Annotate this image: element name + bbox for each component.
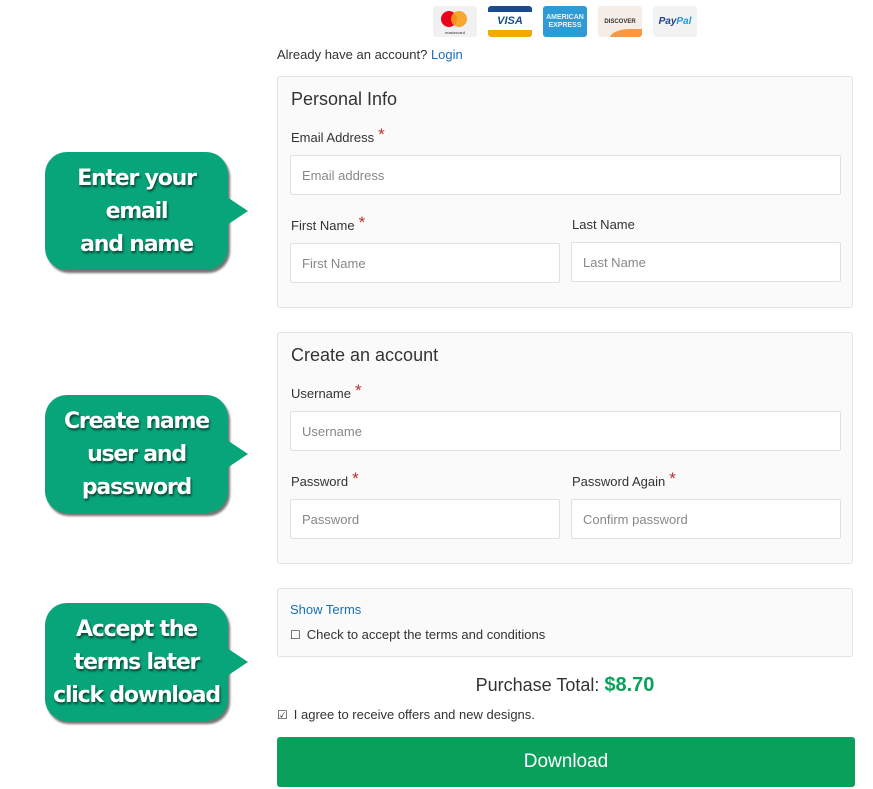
required-marker: * <box>669 469 676 488</box>
confirm-password-input[interactable] <box>571 499 841 539</box>
callout-accept-terms-download: Accept the terms later click download <box>45 603 248 721</box>
personal-info-panel: Personal Info Email Address* First Name*… <box>277 76 853 308</box>
offers-label: I agree to receive offers and new design… <box>293 707 535 722</box>
amex-icon: AMERICAN EXPRESS <box>543 6 587 37</box>
email-label: Email Address * <box>291 125 385 145</box>
create-account-title: Create an account <box>291 345 439 365</box>
last-name-label: Last Name <box>572 217 635 232</box>
show-terms-link[interactable]: Show Terms <box>290 602 361 617</box>
callout-enter-email-name: Enter your email and name <box>45 152 248 270</box>
login-link[interactable]: Login <box>431 47 463 62</box>
password-input[interactable] <box>290 499 560 539</box>
first-name-label: First Name * <box>291 213 366 233</box>
login-prompt: Already have an account? Login <box>277 47 463 62</box>
accept-terms-checkbox[interactable]: ☐ <box>290 628 301 642</box>
offers-row[interactable]: ☑ I agree to receive offers and new desi… <box>277 707 535 722</box>
required-marker: * <box>352 469 359 488</box>
purchase-amount: $8.70 <box>604 674 655 696</box>
paypal-icon: Pay Pal <box>653 6 697 37</box>
callout-create-user-password: Create name user and password <box>45 395 248 513</box>
download-button[interactable]: Download <box>277 737 855 787</box>
username-input[interactable] <box>290 411 841 451</box>
personal-info-title: Personal Info <box>291 89 398 109</box>
terms-panel: Show Terms ☐ Check to accept the terms a… <box>277 588 853 657</box>
password-label: Password * <box>291 469 359 489</box>
offers-checkbox[interactable]: ☑ <box>277 708 288 722</box>
last-name-input[interactable] <box>571 242 841 282</box>
create-account-panel: Create an account Username* Password* Pa… <box>277 332 853 564</box>
payment-methods: mastercard VISA AMERICAN EXPRESS DISCOVE… <box>433 6 697 37</box>
email-input[interactable] <box>290 155 841 195</box>
visa-icon: VISA <box>488 6 532 37</box>
discover-icon: DISCOVER <box>598 6 642 37</box>
first-name-input[interactable] <box>290 243 560 283</box>
required-marker: * <box>358 213 366 232</box>
accept-terms-label: Check to accept the terms and conditions <box>306 627 546 642</box>
mastercard-icon: mastercard <box>433 6 477 37</box>
username-label: Username * <box>291 381 362 401</box>
purchase-total: Purchase Total: $8.70 <box>475 674 655 696</box>
required-marker: * <box>378 125 385 144</box>
required-marker: * <box>354 381 362 400</box>
password-again-label: Password Again * <box>572 469 676 489</box>
accept-terms-row[interactable]: ☐ Check to accept the terms and conditio… <box>290 627 545 642</box>
